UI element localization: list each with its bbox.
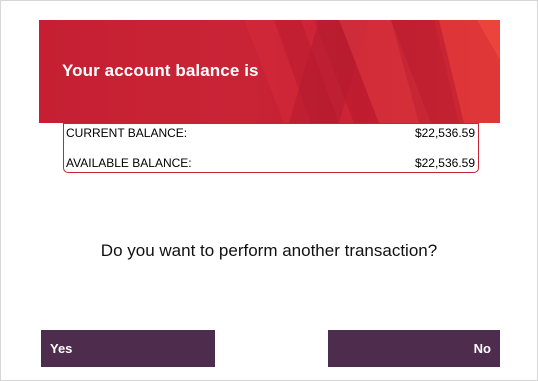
available-balance-amount: $22,536.59 xyxy=(414,156,475,170)
no-button[interactable]: No xyxy=(328,330,500,367)
banner-title: Your account balance is xyxy=(62,61,259,80)
available-balance-row: AVAILABLE BALANCE: $22,536.59 xyxy=(66,156,475,170)
current-balance-amount: $22,536.59 xyxy=(414,126,475,140)
current-balance-label: CURRENT BALANCE: xyxy=(66,126,188,140)
balance-details-box: CURRENT BALANCE: $22,536.59 AVAILABLE BA… xyxy=(63,123,479,173)
available-balance-label: AVAILABLE BALANCE: xyxy=(66,156,192,170)
balance-banner: Your account balance is xyxy=(39,20,500,123)
yes-button[interactable]: Yes xyxy=(41,330,215,367)
current-balance-row: CURRENT BALANCE: $22,536.59 xyxy=(66,126,475,140)
another-transaction-question: Do you want to perform another transacti… xyxy=(100,241,438,260)
